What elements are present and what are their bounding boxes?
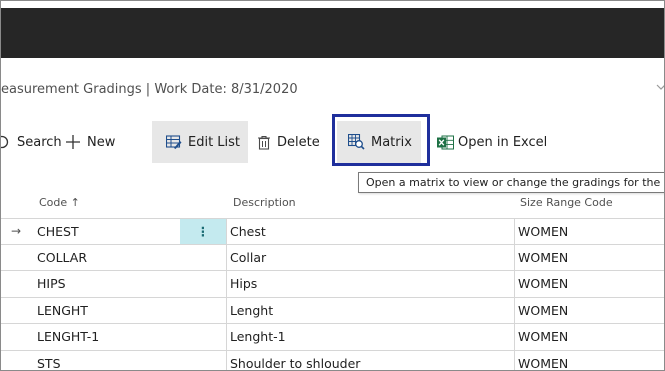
- code-cell[interactable]: STS: [37, 351, 61, 370]
- code-cell[interactable]: CHEST: [37, 219, 79, 244]
- new-button[interactable]: New: [65, 121, 115, 163]
- delete-label: Delete: [277, 134, 320, 150]
- page-title: easurement Gradings | Work Date: 8/31/20…: [1, 82, 298, 97]
- edit-list-label: Edit List: [188, 134, 241, 150]
- code-cell[interactable]: LENGHT: [37, 298, 88, 324]
- edit-list-icon: [166, 135, 182, 149]
- code-cell[interactable]: LENGHT-1: [37, 324, 99, 350]
- row-menu-icon[interactable]: ⋮: [180, 219, 226, 244]
- description-cell[interactable]: Collar: [230, 245, 266, 271]
- top-navigation-bar: [1, 1, 664, 58]
- code-cell[interactable]: COLLAR: [37, 245, 87, 271]
- description-cell[interactable]: Lenght: [230, 298, 273, 324]
- action-bar: Search New Edit List Delete Matrix Open …: [1, 121, 664, 163]
- size-range-cell[interactable]: WOMEN: [518, 245, 568, 271]
- excel-icon: [437, 135, 454, 150]
- size-range-cell[interactable]: WOMEN: [518, 219, 568, 244]
- table-row[interactable]: LENGHT Lenght WOMEN: [1, 298, 664, 324]
- table-row[interactable]: LENGHT-1 Lenght-1 WOMEN: [1, 324, 664, 351]
- delete-button[interactable]: Delete: [257, 121, 320, 163]
- excel-label: Open in Excel: [458, 134, 548, 150]
- description-cell[interactable]: Shoulder to shlouder: [230, 351, 360, 370]
- new-label: New: [87, 134, 116, 150]
- matrix-icon: [348, 134, 365, 150]
- matrix-tooltip: Open a matrix to view or change the grad…: [358, 172, 664, 193]
- table-row[interactable]: COLLAR Collar WOMEN: [1, 245, 664, 271]
- description-cell[interactable]: Lenght-1: [230, 324, 286, 350]
- table-row[interactable]: → CHEST ⋮ Chest WOMEN: [1, 218, 664, 245]
- header-description[interactable]: Description: [233, 196, 296, 209]
- table-row[interactable]: STS Shoulder to shlouder WOMEN: [1, 351, 664, 370]
- search-label: Search: [17, 134, 62, 150]
- app-window: easurement Gradings | Work Date: 8/31/20…: [0, 0, 665, 371]
- size-range-cell[interactable]: WOMEN: [518, 324, 568, 350]
- search-icon: [1, 135, 9, 149]
- table-header: Code ↑ Description Size Range Code: [1, 191, 664, 217]
- header-code[interactable]: Code ↑: [39, 196, 80, 209]
- header-size-range-code[interactable]: Size Range Code: [520, 196, 613, 209]
- description-cell[interactable]: Chest: [230, 219, 266, 244]
- matrix-button[interactable]: Matrix: [337, 121, 421, 163]
- selected-row-arrow-icon: →: [10, 224, 22, 239]
- edit-list-button[interactable]: Edit List: [152, 121, 248, 163]
- description-cell[interactable]: Hips: [230, 271, 257, 297]
- size-range-cell[interactable]: WOMEN: [518, 271, 568, 297]
- gradings-table: → CHEST ⋮ Chest WOMEN COLLAR Collar WOME…: [1, 218, 664, 370]
- open-in-excel-button[interactable]: Open in Excel: [437, 121, 547, 163]
- trash-icon: [257, 135, 271, 150]
- code-cell[interactable]: HIPS: [37, 271, 66, 297]
- plus-icon: [65, 134, 81, 150]
- size-range-cell[interactable]: WOMEN: [518, 298, 568, 324]
- chevron-down-icon[interactable]: [656, 81, 664, 95]
- size-range-cell[interactable]: WOMEN: [518, 351, 568, 370]
- table-row[interactable]: HIPS Hips WOMEN: [1, 271, 664, 298]
- search-button[interactable]: Search: [1, 121, 62, 163]
- matrix-label: Matrix: [371, 134, 412, 150]
